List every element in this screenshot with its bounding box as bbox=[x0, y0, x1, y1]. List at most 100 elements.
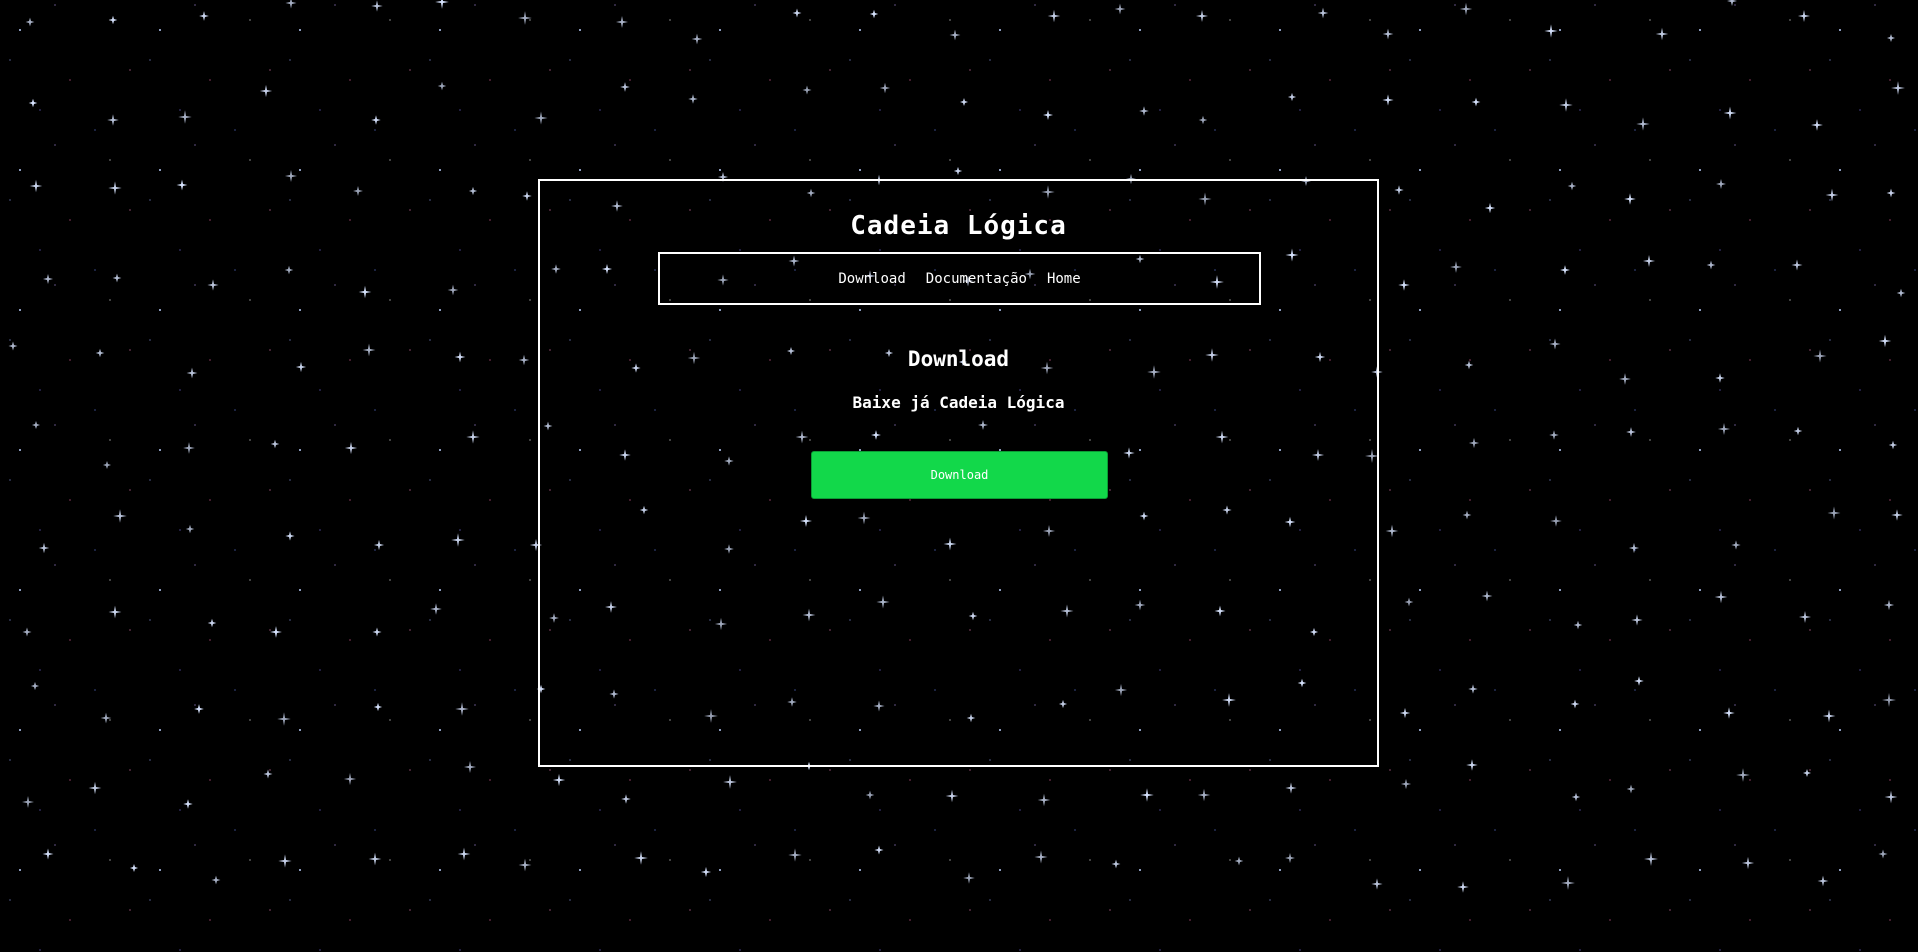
sparkle-star-icon bbox=[1793, 426, 1803, 436]
sparkle-star-icon bbox=[1626, 784, 1636, 794]
sparkle-star-icon bbox=[100, 712, 112, 724]
sparkle-star-icon bbox=[1034, 850, 1048, 864]
sparkle-star-icon bbox=[1404, 597, 1414, 607]
sparkle-star-icon bbox=[362, 343, 376, 357]
sparkle-star-icon bbox=[1878, 334, 1892, 348]
sparkle-star-icon bbox=[1883, 599, 1895, 611]
sparkle-star-icon bbox=[615, 15, 629, 29]
sparkle-star-icon bbox=[963, 872, 975, 884]
nav-link-download[interactable]: Download bbox=[838, 271, 905, 287]
sparkle-star-icon bbox=[953, 166, 963, 176]
download-button[interactable]: Download bbox=[811, 451, 1108, 499]
starfield-background: Cadeia Lógica Download Documentação Home… bbox=[0, 0, 1918, 952]
section-subtitle: Baixe já Cadeia Lógica bbox=[852, 393, 1065, 412]
sparkle-star-icon bbox=[1400, 778, 1412, 790]
sparkle-star-icon bbox=[1037, 793, 1051, 807]
sparkle-star-icon bbox=[194, 704, 204, 714]
sparkle-star-icon bbox=[1891, 81, 1905, 95]
sparkle-star-icon bbox=[368, 852, 382, 866]
sparkle-star-icon bbox=[1197, 788, 1211, 802]
sparkle-star-icon bbox=[1468, 437, 1480, 449]
sparkle-star-icon bbox=[435, 0, 449, 9]
sparkle-star-icon bbox=[1561, 876, 1575, 890]
sparkle-star-icon bbox=[518, 354, 530, 366]
sparkle-star-icon bbox=[1559, 98, 1573, 112]
sparkle-star-icon bbox=[199, 11, 209, 21]
sparkle-star-icon bbox=[430, 603, 442, 615]
sparkle-star-icon bbox=[178, 110, 192, 124]
sparkle-star-icon bbox=[108, 181, 122, 195]
site-title: Cadeia Lógica bbox=[850, 211, 1067, 241]
sparkle-star-icon bbox=[1549, 338, 1561, 350]
sparkle-star-icon bbox=[112, 273, 122, 283]
sparkle-star-icon bbox=[278, 854, 292, 868]
sparkle-star-icon bbox=[1896, 288, 1906, 298]
sparkle-star-icon bbox=[88, 781, 102, 795]
sparkle-star-icon bbox=[466, 430, 480, 444]
sparkle-star-icon bbox=[1317, 7, 1329, 19]
sparkle-star-icon bbox=[1741, 856, 1755, 870]
sparkle-star-icon bbox=[371, 0, 383, 12]
sparkle-star-icon bbox=[1827, 506, 1841, 520]
sparkle-star-icon bbox=[1886, 188, 1896, 198]
sparkle-star-icon bbox=[949, 29, 961, 41]
sparkle-star-icon bbox=[451, 533, 465, 547]
sparkle-star-icon bbox=[879, 82, 891, 94]
sparkle-star-icon bbox=[518, 858, 532, 872]
section-heading: Download bbox=[907, 347, 1010, 371]
sparkle-star-icon bbox=[1140, 788, 1154, 802]
sparkle-star-icon bbox=[1736, 768, 1750, 782]
sparkle-star-icon bbox=[1628, 542, 1640, 554]
sparkle-star-icon bbox=[102, 460, 112, 470]
sparkle-star-icon bbox=[1791, 259, 1803, 271]
sparkle-star-icon bbox=[1717, 422, 1731, 436]
sparkle-star-icon bbox=[1716, 179, 1726, 189]
sparkle-star-icon bbox=[31, 420, 41, 430]
sparkle-star-icon bbox=[22, 796, 34, 808]
sparkle-star-icon bbox=[1642, 254, 1656, 268]
sparkle-star-icon bbox=[437, 81, 447, 91]
sparkle-star-icon bbox=[959, 97, 969, 107]
sparkle-star-icon bbox=[29, 179, 43, 193]
sparkle-star-icon bbox=[1636, 117, 1650, 131]
sparkle-star-icon bbox=[1706, 260, 1716, 270]
sparkle-star-icon bbox=[95, 348, 105, 358]
sparkle-star-icon bbox=[691, 33, 703, 45]
sparkle-star-icon bbox=[1285, 853, 1295, 863]
sparkle-star-icon bbox=[688, 94, 698, 104]
sparkle-star-icon bbox=[1655, 27, 1669, 41]
sparkle-star-icon bbox=[1385, 524, 1399, 538]
sparkle-star-icon bbox=[186, 367, 198, 379]
sparkle-star-icon bbox=[108, 15, 118, 25]
sparkle-star-icon bbox=[183, 442, 195, 454]
sparkle-star-icon bbox=[534, 111, 548, 125]
sparkle-star-icon bbox=[1731, 540, 1741, 550]
sparkle-star-icon bbox=[552, 773, 566, 787]
sparkle-star-icon bbox=[1459, 2, 1473, 16]
sparkle-star-icon bbox=[373, 702, 383, 712]
nav-link-home[interactable]: Home bbox=[1047, 271, 1081, 287]
sparkle-star-icon bbox=[1450, 261, 1462, 273]
content-panel: Cadeia Lógica Download Documentação Home… bbox=[538, 179, 1379, 767]
sparkle-star-icon bbox=[455, 702, 469, 716]
sparkle-star-icon bbox=[372, 627, 382, 637]
sparkle-star-icon bbox=[285, 531, 295, 541]
sparkle-star-icon bbox=[1234, 856, 1244, 866]
sparkle-star-icon bbox=[454, 351, 466, 363]
sparkle-star-icon bbox=[1626, 427, 1636, 437]
sparkle-star-icon bbox=[270, 439, 280, 449]
sparkle-star-icon bbox=[1394, 185, 1404, 195]
sparkle-star-icon bbox=[1573, 620, 1583, 630]
nav-link-documentacao[interactable]: Documentação bbox=[926, 271, 1027, 287]
sparkle-star-icon bbox=[284, 265, 294, 275]
sparkle-star-icon bbox=[1878, 849, 1888, 859]
sparkle-star-icon bbox=[1047, 9, 1061, 23]
sparkle-star-icon bbox=[22, 627, 32, 637]
sparkle-star-icon bbox=[1382, 28, 1394, 40]
sparkle-star-icon bbox=[802, 85, 812, 95]
sparkle-star-icon bbox=[620, 82, 630, 92]
sparkle-star-icon bbox=[1042, 109, 1054, 121]
sparkle-star-icon bbox=[1644, 852, 1658, 866]
sparkle-star-icon bbox=[107, 114, 119, 126]
sparkle-star-icon bbox=[1570, 699, 1580, 709]
